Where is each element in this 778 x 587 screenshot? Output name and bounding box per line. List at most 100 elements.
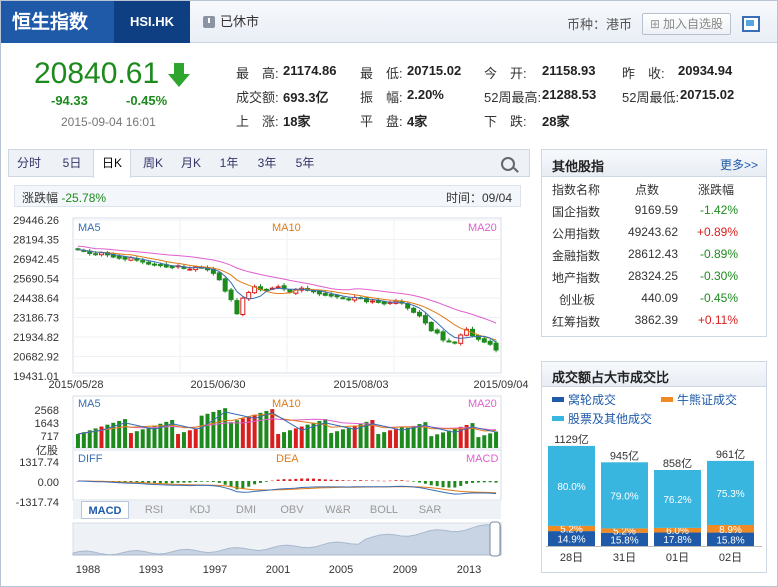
add-watchlist-label: 加入自选股 (663, 17, 724, 31)
zoom-icon[interactable] (501, 157, 515, 171)
volume-bar (393, 428, 398, 448)
quote-unchanged: 平 盘: 4家 (360, 114, 428, 129)
candle-body (316, 290, 322, 295)
macd-bar (164, 481, 168, 484)
tab-timeshare[interactable]: 分时 (9, 150, 49, 177)
share-label: 8.9% (719, 525, 742, 536)
candle-body (275, 286, 281, 289)
index-row[interactable]: 红筹指数 3862.39 +0.11% (542, 309, 766, 331)
volume-bar (417, 424, 422, 448)
volume-y-tick: 717 (41, 431, 59, 443)
volume-bar (134, 431, 139, 448)
index-row-points: 9169.59 (634, 203, 678, 217)
quote-52w-high: 52周最高: 21288.53 (484, 87, 597, 105)
x-tick-label: 2015/06/30 (190, 379, 245, 391)
share-total: 858亿 (663, 457, 692, 470)
macd-bar (394, 480, 398, 481)
x-tick-label: 2015/08/03 (333, 379, 388, 391)
volume-bar (181, 432, 186, 448)
itab-rsi[interactable]: RSI (131, 501, 177, 519)
volume-bar (376, 434, 381, 448)
volume-bar (234, 420, 239, 448)
candle-body (481, 338, 487, 343)
vol-ma20-label: MA20 (468, 398, 497, 410)
tab-daily-k[interactable]: 日K (93, 150, 131, 178)
macd-bar (423, 481, 427, 484)
tab-5day[interactable]: 5日 (54, 150, 90, 177)
macd-bar (270, 480, 274, 482)
macd-bar (482, 481, 486, 483)
market-status-text: 已休市 (220, 14, 260, 29)
price-change-pct: -0.45% (126, 93, 168, 108)
history-x-tick: 2013 (457, 564, 481, 576)
macd-bar (400, 480, 404, 481)
itab-sar[interactable]: SAR (407, 501, 453, 519)
tab-1year[interactable]: 1年 (210, 150, 248, 177)
macd-bar (412, 481, 416, 482)
macd-bar (418, 481, 421, 483)
tab-weekly-k[interactable]: 周K (134, 150, 172, 177)
macd-bar (476, 481, 480, 483)
volume-bar (276, 434, 281, 448)
volume-bar (252, 414, 257, 448)
itab-macd[interactable]: MACD (81, 501, 129, 519)
index-row-change: -0.30% (699, 269, 738, 283)
legend-cbbc: 牛熊证成交 (661, 391, 737, 408)
index-row[interactable]: 金融指数 28612.43 -0.89% (542, 243, 766, 265)
tab-monthly-k[interactable]: 月K (172, 150, 210, 177)
candle-body (440, 331, 446, 341)
down-arrow-icon (168, 63, 190, 87)
kline-chart[interactable]: 29446.26 28194.35 26942.45 25690.54 24438.64… (0, 210, 530, 587)
index-row-points: 28612.43 (627, 247, 678, 261)
itab-boll[interactable]: BOLL (361, 501, 407, 519)
dea-label: DEA (276, 453, 299, 465)
itab-obv[interactable]: OBV (269, 501, 315, 519)
candle-body (411, 307, 417, 313)
indicator-tabs: MACD RSI KDJ DMI OBV W&R BOLL SAR (73, 501, 501, 519)
index-row[interactable]: 公用指数 49243.62 +0.89% (542, 221, 766, 243)
itab-kdj[interactable]: KDJ (177, 501, 223, 519)
macd-bar (376, 480, 380, 482)
macd-bar (347, 480, 351, 481)
macd-bar (176, 481, 180, 483)
candle-body (487, 340, 493, 345)
itab-dmi[interactable]: DMI (223, 501, 269, 519)
y-tick-label: 25690.54 (13, 274, 59, 286)
volume-bar (75, 434, 80, 448)
index-row-change: -0.45% (699, 291, 738, 305)
volume-y-tick: 2568 (35, 405, 59, 417)
y-tick-label: 24438.64 (13, 293, 59, 305)
candle-body (263, 288, 269, 291)
candle-body (234, 300, 240, 315)
quote-advancers: 上 涨: 18家 (236, 114, 311, 129)
candle-body (428, 321, 434, 332)
share-label: 5.2% (560, 525, 583, 536)
tab-5year[interactable]: 5年 (286, 150, 324, 177)
history-range-handle[interactable] (489, 521, 501, 557)
macd-bar (488, 481, 492, 483)
x-tick-label: 2015/09/04 (473, 379, 528, 391)
macd-bar (229, 481, 233, 487)
volume-bar (128, 433, 133, 448)
add-watchlist-button[interactable]: ⊞ 加入自选股 (642, 13, 731, 35)
more-link[interactable]: 更多>> (720, 156, 758, 173)
tab-3year[interactable]: 3年 (248, 150, 286, 177)
macd-bar (382, 480, 386, 482)
index-row[interactable]: 创业板 440.09 -0.45% (542, 287, 766, 309)
macd-bar (206, 481, 209, 482)
macd-bar (459, 481, 463, 486)
candle-body (422, 315, 428, 324)
index-row-name: 金融指数 (552, 249, 601, 263)
volume-bar (435, 434, 440, 448)
volume-unit: 亿股 (36, 444, 58, 457)
candle-body (116, 255, 122, 259)
macd-bar (241, 481, 245, 489)
volume-bar (293, 428, 298, 448)
turnover-share-chart: 14.9%5.2%80.0%1129亿28日15.8%5.2%79.0%945亿… (546, 433, 762, 564)
index-row[interactable]: 地产指数 28324.25 -0.30% (542, 265, 766, 287)
popout-window-icon[interactable] (742, 16, 760, 32)
diff-label: DIFF (78, 453, 103, 465)
itab-wr[interactable]: W&R (315, 501, 361, 519)
index-row[interactable]: 国企指数 9169.59 -1.42% (542, 199, 766, 221)
volume-bar (335, 431, 340, 448)
